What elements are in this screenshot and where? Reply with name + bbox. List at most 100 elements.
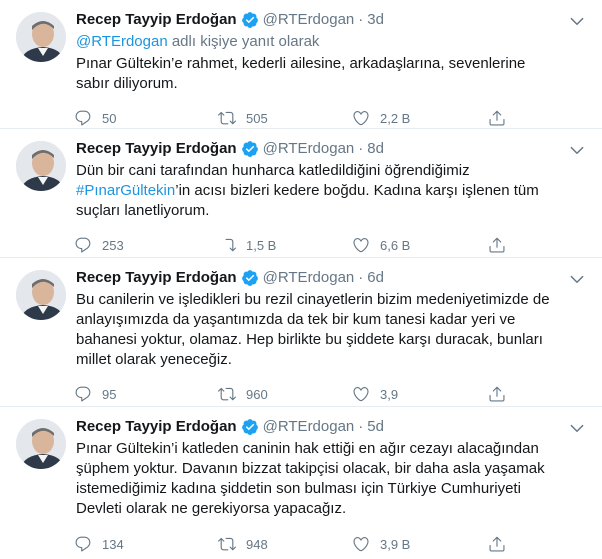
- retweet-icon: [223, 238, 236, 252]
- author-name[interactable]: Recep Tayyip Erdoğan: [76, 268, 237, 288]
- timestamp[interactable]: 3d: [367, 10, 384, 30]
- timestamp[interactable]: 8d: [367, 139, 384, 159]
- hashtag-link[interactable]: #PınarGültekin: [76, 182, 175, 199]
- retweet-count: 948: [246, 536, 268, 552]
- reply-count: 253: [102, 237, 124, 253]
- chevron-down-icon[interactable]: [568, 12, 586, 30]
- tweet-header: Recep Tayyip Erdoğan @RTErdogan · 5d: [76, 417, 582, 437]
- tweet-text-body: Pınar Gültekin’i katleden caninin hak et…: [76, 440, 545, 517]
- timeline: Recep Tayyip Erdoğan @RTErdogan · 3d @RT…: [0, 0, 602, 559]
- author-handle[interactable]: @RTErdogan: [263, 139, 355, 159]
- reply-icon: [75, 536, 91, 552]
- author-handle[interactable]: @RTErdogan: [263, 417, 355, 437]
- share-button[interactable]: [488, 236, 516, 254]
- tweet-header: Recep Tayyip Erdoğan @RTErdogan · 8d: [76, 139, 582, 159]
- tweet-content: Recep Tayyip Erdoğan @RTErdogan · 8d Dün…: [74, 139, 586, 257]
- heart-icon: [353, 238, 369, 253]
- retweet-icon: [218, 537, 236, 551]
- avatar-column: [14, 10, 76, 128]
- avatar[interactable]: [16, 270, 66, 320]
- tweet-content: Recep Tayyip Erdoğan @RTErdogan · 5d Pın…: [74, 417, 586, 559]
- reply-count: 134: [102, 536, 124, 552]
- retweet-icon: [218, 387, 236, 401]
- reply-button[interactable]: 50: [74, 109, 218, 127]
- share-icon: [489, 237, 505, 253]
- retweet-button[interactable]: 948: [218, 535, 352, 553]
- tweet-text: Dün bir cani tarafından hunharca katledi…: [76, 161, 576, 221]
- avatar-column: [14, 417, 76, 559]
- timestamp[interactable]: 5d: [367, 417, 384, 437]
- retweet-count: 960: [246, 386, 268, 402]
- like-button[interactable]: 3,9 B: [352, 535, 488, 553]
- verified-badge-icon: [241, 419, 258, 435]
- tweet-content: Recep Tayyip Erdoğan @RTErdogan · 6d Bu …: [74, 268, 586, 406]
- share-icon: [489, 386, 505, 402]
- author-name[interactable]: Recep Tayyip Erdoğan: [76, 417, 237, 437]
- reply-button[interactable]: 253: [74, 236, 218, 254]
- avatar-column: [14, 139, 76, 257]
- reply-icon: [75, 386, 91, 402]
- retweet-count: 1,5 B: [246, 237, 277, 253]
- timestamp[interactable]: 6d: [367, 268, 384, 288]
- like-count: 2,2 B: [380, 110, 411, 126]
- avatar[interactable]: [16, 141, 66, 191]
- tweet[interactable]: Recep Tayyip Erdoğan @RTErdogan · 6d Bu …: [0, 258, 602, 407]
- reply-icon: [75, 237, 91, 253]
- author-handle[interactable]: @RTErdogan: [263, 10, 355, 30]
- tweet-text-body: Dün bir cani tarafından hunharca katledi…: [76, 162, 470, 179]
- share-button[interactable]: [488, 535, 516, 553]
- share-icon: [489, 110, 505, 126]
- verified-badge-icon: [241, 141, 258, 157]
- share-icon: [489, 536, 505, 552]
- reply-to-link[interactable]: @RTErdogan: [76, 33, 168, 50]
- retweet-button[interactable]: 505: [218, 109, 352, 127]
- tweet-content: Recep Tayyip Erdoğan @RTErdogan · 3d @RT…: [74, 10, 586, 128]
- avatar[interactable]: [16, 419, 66, 469]
- tweet-text-body: Pınar Gültekin’e rahmet, kederli ailesin…: [76, 55, 526, 92]
- like-count: 3,9 B: [380, 536, 411, 552]
- share-button[interactable]: [488, 109, 516, 127]
- tweet-header: Recep Tayyip Erdoğan @RTErdogan · 6d: [76, 268, 582, 288]
- verified-badge-icon: [241, 12, 258, 28]
- like-count: 3,9: [380, 386, 399, 402]
- tweet-text-body: Bu canilerin ve işledikleri bu rezil cin…: [76, 291, 550, 368]
- like-count: 6,6 B: [380, 237, 411, 253]
- reply-to-suffix: adlı kişiye yanıt olarak: [167, 33, 320, 50]
- like-button[interactable]: 3,9: [352, 385, 488, 403]
- avatar-column: [14, 268, 76, 406]
- share-button[interactable]: [488, 385, 516, 403]
- like-button[interactable]: 2,2 B: [352, 109, 488, 127]
- tweet[interactable]: Recep Tayyip Erdoğan @RTErdogan · 5d Pın…: [0, 407, 602, 559]
- separator-dot: ·: [358, 269, 364, 286]
- separator-dot: ·: [358, 11, 364, 28]
- retweet-button[interactable]: 960: [218, 385, 352, 403]
- separator-dot: ·: [358, 140, 364, 157]
- chevron-down-icon[interactable]: [568, 270, 586, 288]
- retweet-button[interactable]: 1,5 B: [218, 236, 352, 254]
- reply-button[interactable]: 134: [74, 535, 218, 553]
- reply-count: 50: [102, 110, 117, 126]
- heart-icon: [353, 111, 369, 126]
- tweet[interactable]: Recep Tayyip Erdoğan @RTErdogan · 3d @RT…: [0, 0, 602, 129]
- heart-icon: [353, 387, 369, 402]
- tweet-text: Pınar Gültekin’e rahmet, kederli ailesin…: [76, 54, 546, 94]
- reply-count: 95: [102, 386, 117, 402]
- author-name[interactable]: Recep Tayyip Erdoğan: [76, 10, 237, 30]
- avatar[interactable]: [16, 12, 66, 62]
- tweet-header: Recep Tayyip Erdoğan @RTErdogan · 3d: [76, 10, 582, 30]
- tweet[interactable]: Recep Tayyip Erdoğan @RTErdogan · 8d Dün…: [0, 129, 602, 258]
- author-name[interactable]: Recep Tayyip Erdoğan: [76, 139, 237, 159]
- retweet-icon: [218, 111, 236, 125]
- like-button[interactable]: 6,6 B: [352, 236, 488, 254]
- reply-icon: [75, 110, 91, 126]
- tweet-text: Pınar Gültekin’i katleden caninin hak et…: [76, 439, 566, 519]
- tweet-actions: 134 948 3,9 B: [74, 523, 582, 559]
- reply-button[interactable]: 95: [74, 385, 218, 403]
- chevron-down-icon[interactable]: [568, 141, 586, 159]
- author-handle[interactable]: @RTErdogan: [263, 268, 355, 288]
- tweet-text: Bu canilerin ve işledikleri bu rezil cin…: [76, 290, 576, 370]
- reply-context: @RTErdogan adlı kişiye yanıt olarak: [76, 32, 582, 52]
- chevron-down-icon[interactable]: [568, 419, 586, 437]
- heart-icon: [353, 537, 369, 552]
- verified-badge-icon: [241, 270, 258, 286]
